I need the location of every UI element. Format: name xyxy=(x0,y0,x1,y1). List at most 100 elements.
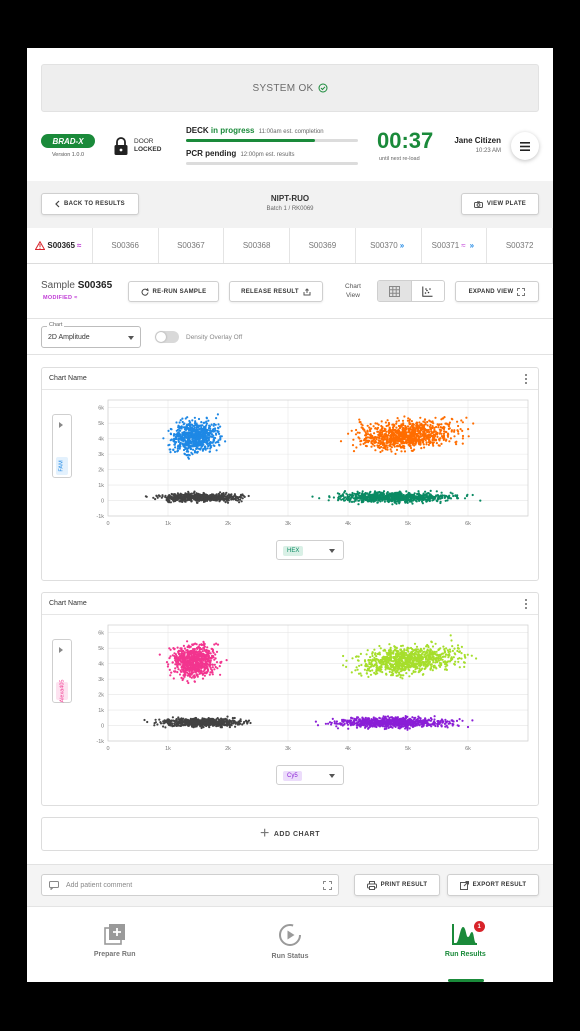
data-point xyxy=(376,428,379,431)
data-point xyxy=(395,652,398,655)
data-point xyxy=(407,661,410,664)
data-point xyxy=(186,640,189,643)
data-point xyxy=(447,650,450,653)
data-point xyxy=(175,429,178,432)
camera-icon xyxy=(473,200,483,208)
data-point xyxy=(394,431,397,434)
data-point xyxy=(438,444,441,447)
data-point xyxy=(311,495,314,498)
data-point xyxy=(440,435,444,438)
tab-s00372[interactable]: S00372 xyxy=(487,228,553,263)
data-point xyxy=(177,440,180,443)
tab-s00368[interactable]: S00368 xyxy=(224,228,290,263)
chart-type-select[interactable]: Chart 2D Amplitude xyxy=(41,322,141,348)
sample-heading: Sample S00365 xyxy=(41,280,112,291)
data-point xyxy=(397,419,400,422)
hamburger-menu-button[interactable] xyxy=(511,132,539,160)
data-point xyxy=(358,418,361,421)
brand-logo: BRAD-X xyxy=(41,134,95,148)
rerun-sample-button[interactable]: RE-RUN SAMPLE xyxy=(128,281,219,302)
y-tick-label: 4k xyxy=(98,437,104,443)
scatter-view-button[interactable] xyxy=(410,281,445,301)
data-point xyxy=(452,656,455,659)
data-point xyxy=(379,450,382,454)
data-point xyxy=(206,663,209,666)
kebab-menu-icon[interactable] xyxy=(525,599,528,611)
data-point xyxy=(173,652,176,655)
data-point xyxy=(472,422,475,425)
expand-view-button[interactable]: EXPAND VIEW xyxy=(455,281,539,302)
data-point xyxy=(350,500,354,503)
data-point xyxy=(183,437,186,440)
density-overlay-toggle[interactable] xyxy=(155,331,179,343)
data-point xyxy=(195,437,198,440)
tablet-frame: SYSTEM OK BRAD-X Version 1.0.0 DOOR LOCK… xyxy=(0,0,580,1031)
data-point xyxy=(175,660,179,663)
data-point xyxy=(410,497,413,500)
data-point xyxy=(379,647,382,650)
data-point xyxy=(185,444,188,447)
data-point xyxy=(383,442,386,445)
data-point xyxy=(451,649,454,652)
user-info[interactable]: Jane Citizen 10:23 AM xyxy=(454,136,501,154)
tab-s00371[interactable]: S00371 ≈» xyxy=(422,228,488,263)
data-point xyxy=(411,428,414,431)
scatter-plot[interactable]: -1k01k2k3k4k5k6k0 1k 2k 3k 4k 5k 6k xyxy=(72,621,532,763)
data-point xyxy=(212,424,215,427)
data-point xyxy=(443,660,447,663)
data-point xyxy=(387,651,390,654)
data-point xyxy=(399,676,402,679)
data-point xyxy=(167,444,170,447)
data-point xyxy=(203,642,206,645)
data-point xyxy=(207,437,210,440)
tab-s00365[interactable]: S00365 ≈ xyxy=(27,228,93,263)
x-tick-label: 5k xyxy=(405,746,411,752)
release-result-button[interactable]: RELEASE RESULT xyxy=(229,281,323,302)
data-point xyxy=(210,435,213,438)
data-point xyxy=(442,434,445,437)
data-point xyxy=(206,669,210,672)
tab-label: S00368 xyxy=(242,241,271,250)
scatter-series xyxy=(158,640,228,685)
data-point xyxy=(213,668,216,671)
data-point xyxy=(172,677,175,680)
tab-s00370[interactable]: S00370» xyxy=(356,228,422,263)
x-channel-selector[interactable]: HEX xyxy=(276,540,344,560)
data-point xyxy=(408,441,411,445)
data-point xyxy=(395,420,398,423)
data-point xyxy=(193,647,196,651)
kebab-menu-icon[interactable] xyxy=(525,374,528,386)
data-point xyxy=(454,660,457,663)
data-point xyxy=(208,426,211,429)
data-point xyxy=(195,501,199,504)
data-point xyxy=(372,425,375,428)
data-point xyxy=(415,435,418,438)
data-point xyxy=(350,494,353,497)
data-point xyxy=(181,420,184,424)
table-view-button[interactable] xyxy=(378,281,411,301)
data-point xyxy=(380,666,383,669)
data-point xyxy=(355,428,358,432)
data-point xyxy=(372,494,375,497)
data-point xyxy=(318,497,321,500)
data-point xyxy=(358,496,361,499)
data-point xyxy=(192,448,195,451)
y-channel-selector[interactable]: FAM xyxy=(52,414,72,478)
tab-s00366[interactable]: S00366 xyxy=(93,228,159,263)
data-point xyxy=(453,429,456,432)
scatter-plot[interactable]: -1k01k2k3k4k5k6k0 1k 2k 3k 4k 5k 6k xyxy=(72,396,532,538)
data-point xyxy=(432,430,435,433)
data-point xyxy=(440,418,443,421)
data-point xyxy=(205,497,208,501)
tab-s00369[interactable]: S00369 xyxy=(290,228,356,263)
data-point xyxy=(240,500,243,503)
data-point xyxy=(201,677,205,680)
data-point xyxy=(203,674,206,677)
view-plate-button[interactable]: VIEW PLATE xyxy=(461,193,539,215)
data-point xyxy=(192,675,195,678)
data-point xyxy=(199,427,202,430)
data-point xyxy=(185,450,188,453)
data-point xyxy=(414,442,417,445)
tab-s00367[interactable]: S00367 xyxy=(159,228,225,263)
y-channel-selector[interactable]: Alexa405 xyxy=(52,639,72,703)
